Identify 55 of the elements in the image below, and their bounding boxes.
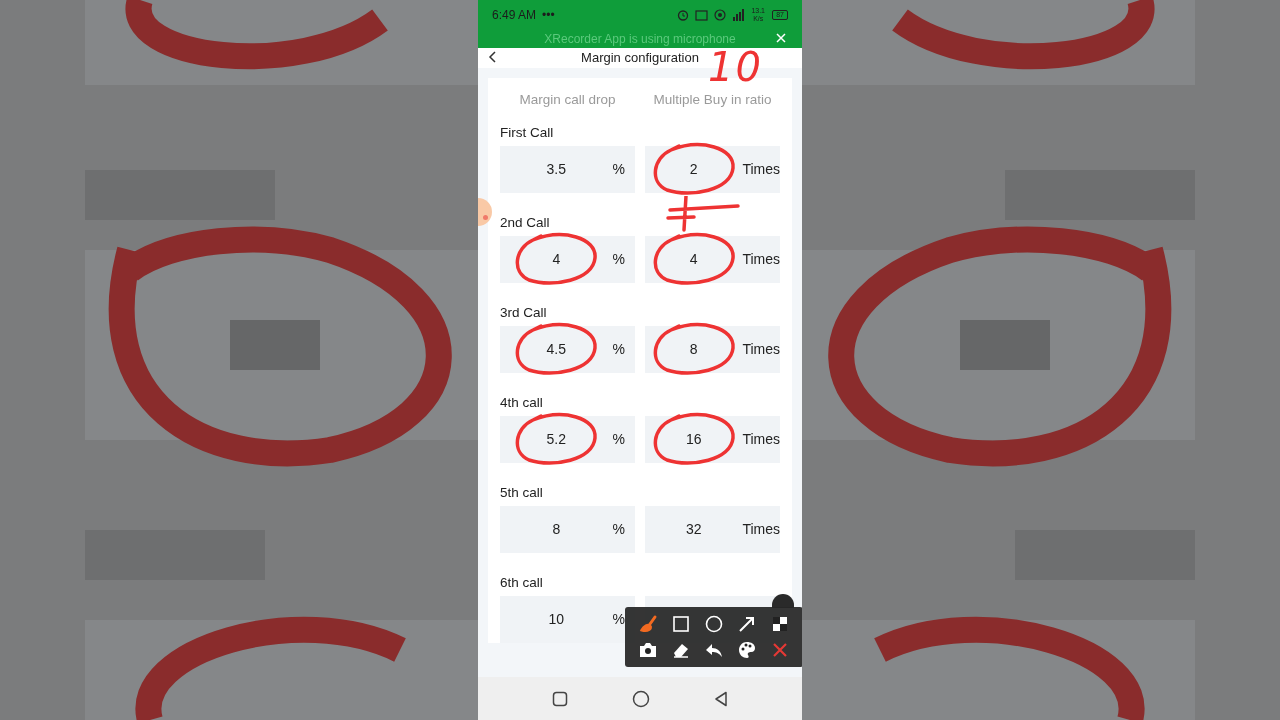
input-field[interactable]: 8 % <box>500 506 635 553</box>
field-value: 4.5 <box>546 341 566 357</box>
cast-icon <box>695 9 709 21</box>
input-field[interactable]: 32 Times <box>645 506 780 553</box>
brush-icon[interactable] <box>637 614 658 634</box>
field-value: 4 <box>689 251 698 267</box>
page-title: Margin configuration <box>581 51 699 65</box>
notification-dots: ••• <box>542 7 555 24</box>
unit-label: % <box>612 610 626 629</box>
unit-label: % <box>612 160 626 179</box>
record-bubble[interactable] <box>478 198 492 226</box>
unit-label: Times <box>742 250 780 269</box>
unit-label: % <box>612 340 626 359</box>
row-label: 2nd Call <box>500 213 550 232</box>
unit-label: Times <box>742 430 780 449</box>
column-header: Multiple Buy in ratio <box>652 91 773 110</box>
signal-icon <box>732 9 745 21</box>
field-value: 2 <box>689 161 698 177</box>
clock-time: 6:49 AM <box>492 7 537 24</box>
unit-label: % <box>612 520 626 539</box>
close-icon[interactable] <box>776 33 786 43</box>
field-value: 3.5 <box>546 161 566 177</box>
field-value: 8 <box>552 521 561 537</box>
field-value: 16 <box>685 431 702 447</box>
unit-label: % <box>612 430 626 449</box>
palette-icon[interactable] <box>737 640 758 660</box>
handwritten-note: 10 <box>708 46 763 88</box>
hotspot-icon <box>714 9 727 21</box>
field-value: 4 <box>552 251 561 267</box>
back-button[interactable] <box>714 690 728 707</box>
column-header: Margin call drop <box>518 91 617 110</box>
square-icon[interactable] <box>670 614 691 634</box>
notification-text: XRecorder App is using microphone <box>544 31 736 48</box>
toolbar-handle[interactable] <box>772 594 794 608</box>
circle-icon[interactable] <box>704 614 724 634</box>
row-label: 4th call <box>500 393 543 412</box>
home-button[interactable] <box>632 689 650 708</box>
unit-label: Times <box>742 340 780 359</box>
field-value: 32 <box>685 521 702 537</box>
unit-label: Times <box>742 520 780 539</box>
row-label: 3rd Call <box>500 303 547 322</box>
input-field[interactable]: 3.5 % <box>500 146 635 193</box>
recents-button[interactable] <box>552 690 568 707</box>
alarm-icon <box>677 9 690 21</box>
field-value: 5.2 <box>546 431 566 447</box>
unit-label: % <box>612 250 626 269</box>
row-label: 5th call <box>500 483 543 502</box>
field-value: 10 <box>548 611 565 627</box>
back-icon[interactable] <box>488 51 496 63</box>
row-label: 6th call <box>500 573 543 592</box>
row-label: First Call <box>500 123 554 142</box>
camera-icon[interactable] <box>637 640 658 660</box>
unit-label: Times <box>742 160 780 179</box>
field-value: 8 <box>689 341 698 357</box>
input-field[interactable]: 10 % <box>500 596 635 643</box>
